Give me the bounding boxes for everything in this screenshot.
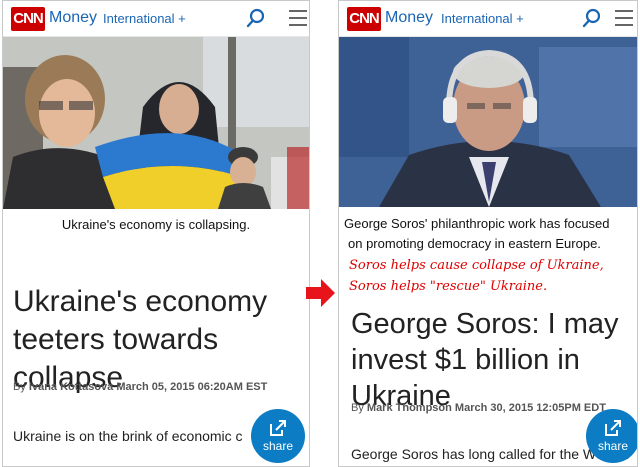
article-headline: George Soros: I may invest $1 billion in… — [351, 308, 619, 413]
article-byline: By Mark Thompson March 30, 2015 12:05PM … — [351, 402, 606, 414]
share-icon — [605, 420, 621, 436]
article-body-text: Ukraine is on the brink of economic c — [13, 428, 243, 444]
money-section-link[interactable]: Money — [49, 9, 97, 27]
edition-selector[interactable]: International + — [103, 11, 186, 26]
share-icon — [270, 420, 286, 436]
right-article-screen: CNN Money International + George Soros' … — [338, 0, 638, 467]
photo-caption: George Soros' philanthropic work has foc… — [339, 214, 637, 254]
share-button[interactable]: share — [251, 409, 305, 463]
top-nav-bar: CNN Money International + — [339, 1, 637, 37]
hamburger-menu-icon[interactable] — [615, 10, 633, 26]
article-photo-soros — [339, 37, 637, 207]
edition-selector[interactable]: International + — [441, 11, 524, 26]
annotation-line-1: Soros helps cause collapse of Ukraine, — [349, 258, 604, 273]
protest-photo-image — [3, 37, 309, 209]
photo-caption-line-2: on promoting democracy in eastern Europe… — [348, 236, 601, 251]
byline-prefix: By — [351, 402, 364, 414]
article-byline: By Ivana Kottasova March 05, 2015 06:20A… — [13, 381, 267, 393]
cnn-logo[interactable]: CNN — [347, 7, 381, 31]
byline-prefix: By — [13, 381, 26, 393]
share-button[interactable]: share — [586, 409, 637, 463]
photo-caption: Ukraine's economy is collapsing. — [61, 217, 251, 232]
soros-photo-image — [339, 37, 637, 207]
hamburger-menu-icon[interactable] — [289, 10, 307, 26]
left-article-screen: CNN Money International + Ukraine's econ… — [2, 0, 310, 467]
cnn-logo[interactable]: CNN — [11, 7, 45, 31]
search-icon[interactable] — [246, 8, 266, 28]
article-photo-protest — [3, 37, 309, 209]
right-arrow-icon — [306, 279, 335, 307]
byline-author-date: Mark Thompson March 30, 2015 12:05PM EDT — [366, 402, 606, 414]
photo-caption-line-1: George Soros' philanthropic work has foc… — [344, 216, 610, 231]
top-nav-bar: CNN Money International + — [3, 1, 309, 37]
money-section-link[interactable]: Money — [385, 9, 433, 27]
share-label: share — [597, 439, 629, 453]
byline-author-date: Ivana Kottasova March 05, 2015 06:20AM E… — [28, 381, 268, 393]
search-icon[interactable] — [582, 8, 602, 28]
red-handwritten-annotation: Soros helps cause collapse of Ukraine, S… — [349, 255, 604, 297]
share-label: share — [262, 439, 294, 453]
annotation-line-2: Soros helps "rescue" Ukraine. — [349, 279, 548, 294]
article-headline: Ukraine's economy teeters towards collap… — [13, 285, 268, 395]
